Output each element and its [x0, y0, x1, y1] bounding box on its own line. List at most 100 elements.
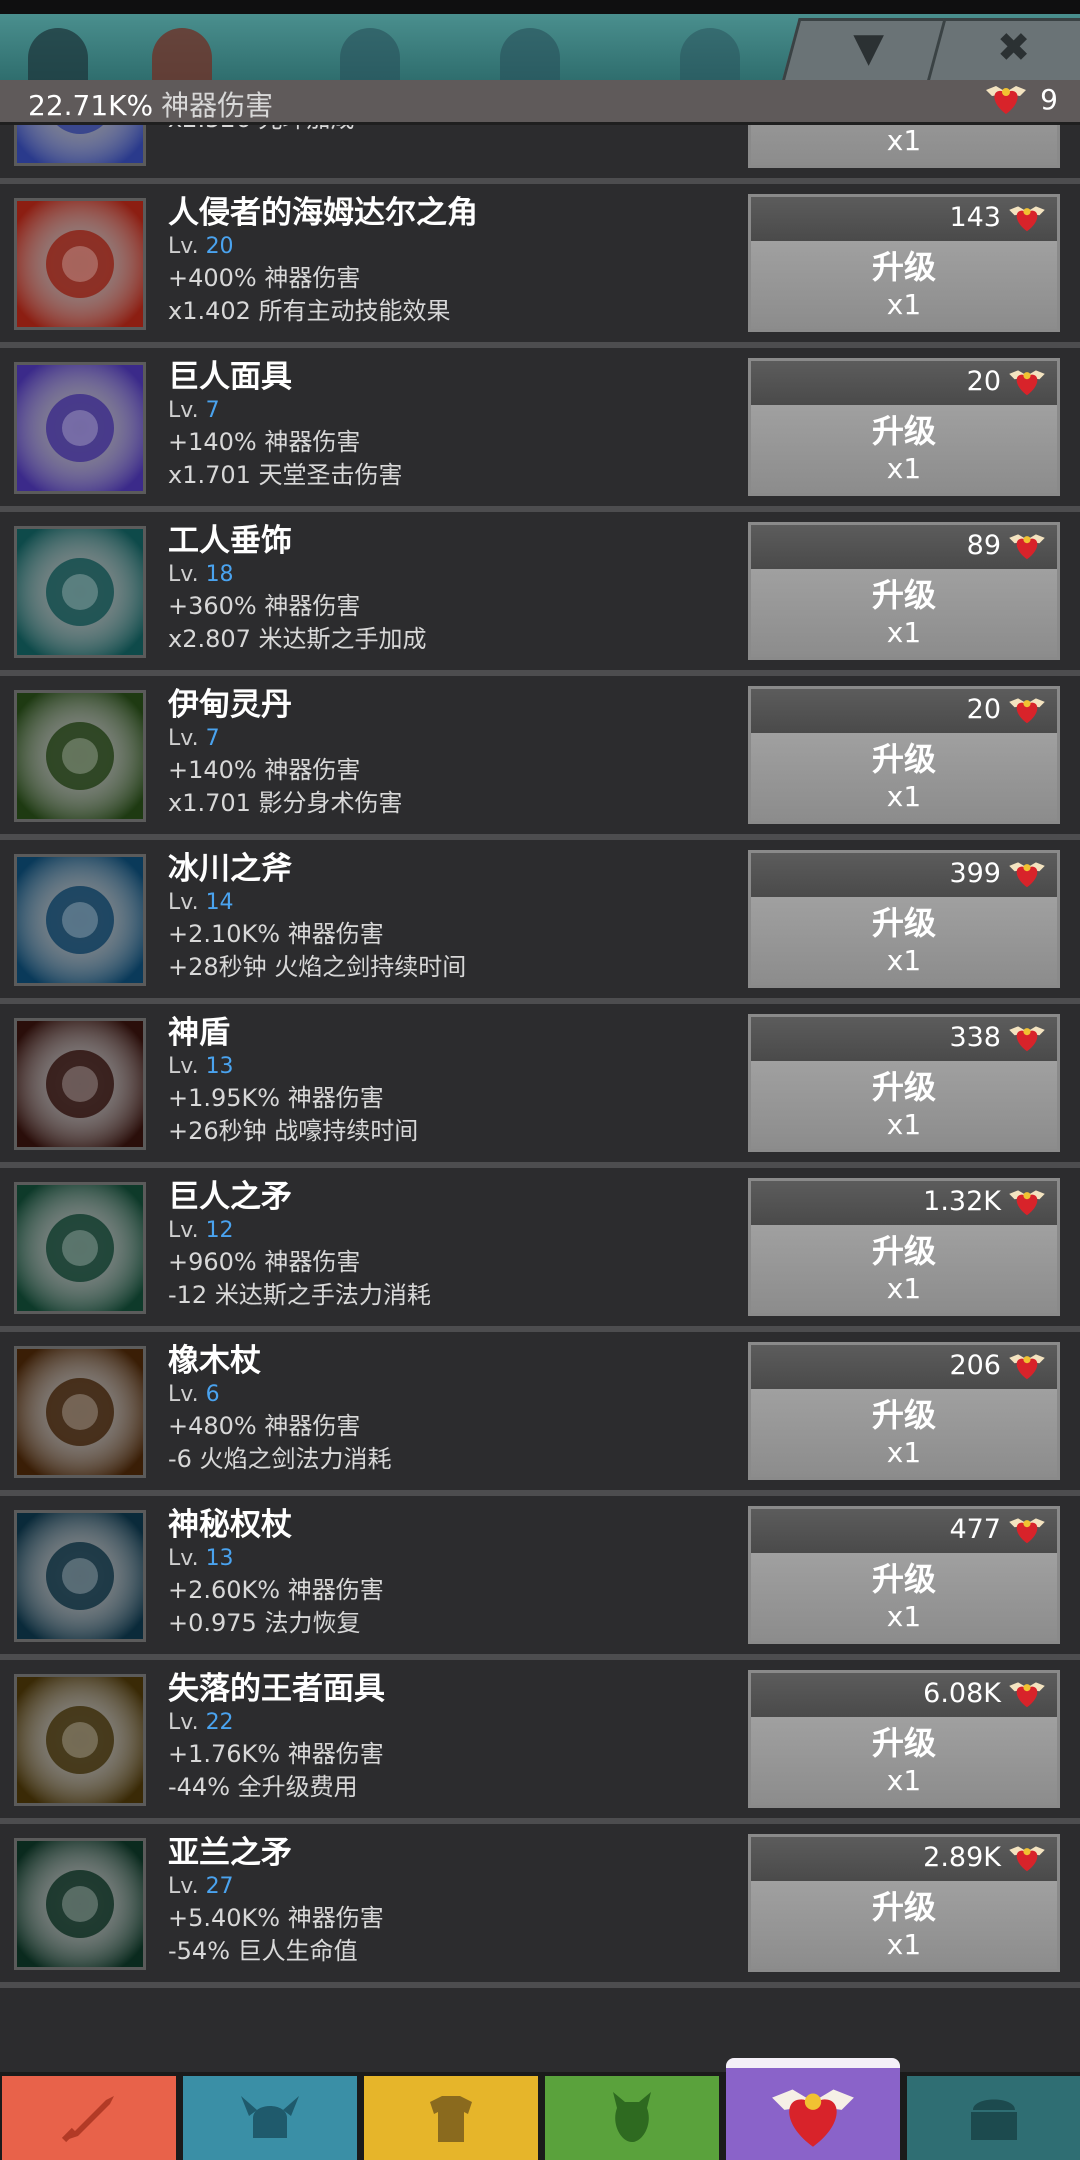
map-icon[interactable] — [340, 28, 400, 80]
artifact-row: 伊甸灵丹 Lv. 7 +140% 神器伤害 x1.701 影分身术伤害 20 升级 x1 — [0, 676, 1080, 840]
level-value: 27 — [205, 1874, 234, 1899]
upgrade-cost: 338 — [751, 1017, 1057, 1061]
artifact-name: 橡木杖 — [168, 1343, 261, 1379]
upgrade-multiplier: x1 — [886, 616, 922, 649]
artifact-thumbnail[interactable] — [14, 198, 146, 330]
upgrade-box: 2.89K 升级 x1 — [748, 1834, 1060, 1972]
artifact-thumbnail[interactable] — [14, 1510, 146, 1642]
cost-value: 20 — [966, 366, 1001, 397]
relic-heart-icon — [1007, 693, 1047, 729]
artifact-thumbnail[interactable] — [14, 690, 146, 822]
cost-value: 399 — [949, 858, 1001, 889]
upgrade-cost: 20 — [751, 361, 1057, 405]
artifact-name: 失落的王者面具 — [168, 1671, 385, 1707]
tab-armor[interactable] — [364, 2076, 538, 2160]
level-value: 22 — [205, 1710, 234, 1735]
artifact-info: 神秘权杖 Lv. 13 +2.60K% 神器伤害 +0.975 法力恢复 — [168, 1506, 728, 1640]
artifact-damage-bonus: +1.95K% 神器伤害 — [168, 1084, 384, 1112]
relic-heart-icon — [1007, 1185, 1047, 1221]
level-prefix: Lv. — [168, 1218, 199, 1243]
level-value: 13 — [205, 1054, 234, 1079]
upgrade-multiplier: x1 — [886, 1928, 922, 1961]
upgrade-label: 升级 — [871, 904, 936, 942]
artifact-thumbnail[interactable] — [14, 526, 146, 658]
artifact-info: 失落的王者面具 Lv. 22 +1.76K% 神器伤害 -44% 全升级费用 — [168, 1670, 728, 1804]
upgrade-label: 升级 — [871, 1888, 936, 1926]
upgrade-box: 338 升级 x1 — [748, 1014, 1060, 1152]
level-prefix: Lv. — [168, 1710, 199, 1735]
cost-value: 1.32K — [923, 1186, 1001, 1217]
upgrade-button[interactable]: 升级x1 — [751, 1061, 1057, 1149]
upgrade-box: 477 升级 x1 — [748, 1506, 1060, 1644]
artifact-level: Lv. 7 — [168, 396, 728, 426]
artifact-level: Lv. 20 — [168, 232, 728, 262]
upgrade-label: 升级 — [871, 1068, 936, 1106]
artifact-level: Lv. 13 — [168, 1544, 728, 1574]
upgrade-button[interactable]: 升级x1 — [751, 733, 1057, 821]
upgrade-box: 399 升级 x1 — [748, 850, 1060, 988]
cost-value: 338 — [949, 1022, 1001, 1053]
artifact-level: Lv. 18 — [168, 560, 728, 590]
tab-viking-helmet[interactable] — [183, 2076, 357, 2160]
artifact-thumbnail[interactable] — [14, 362, 146, 494]
upgrade-button[interactable]: 升级x1 — [751, 241, 1057, 329]
relic-summary-bar: 22.71K% 神器伤害 9 — [0, 80, 1080, 125]
crossed-swords-icon[interactable] — [152, 28, 212, 80]
artifact-effect: x1.701 影分身术伤害 — [168, 789, 403, 817]
artifact-thumbnail[interactable] — [14, 1674, 146, 1806]
upgrade-button[interactable]: 升级x1 — [751, 1553, 1057, 1641]
tab-sword[interactable] — [2, 2076, 176, 2160]
artifact-thumbnail[interactable] — [14, 125, 146, 166]
artifact-level: Lv. 27 — [168, 1872, 728, 1902]
upgrade-button[interactable]: 升级x1 — [751, 405, 1057, 493]
upgrade-button[interactable]: 升级x1 — [751, 125, 1057, 165]
total-damage-value: 22.71K% — [28, 89, 154, 122]
upgrade-button[interactable]: 升级x1 — [751, 1225, 1057, 1313]
upgrade-button[interactable]: 升级x1 — [751, 897, 1057, 985]
artifact-name: 亚兰之矛 — [168, 1835, 292, 1871]
level-value: 7 — [205, 398, 220, 423]
upgrade-button[interactable]: 升级x1 — [751, 1881, 1057, 1969]
artifact-thumbnail[interactable] — [14, 1182, 146, 1314]
level-prefix: Lv. — [168, 398, 199, 423]
upgrade-box: 206 升级 x1 — [748, 1342, 1060, 1480]
artifact-damage-bonus: +960% 神器伤害 — [168, 1248, 361, 1276]
upgrade-label: 升级 — [871, 1396, 936, 1434]
upgrade-cost: 399 — [751, 853, 1057, 897]
artifact-list[interactable]: Lv. +950% 神器伤害x2.526 光环加成升级x1人侵者的海姆达尔之角L… — [0, 125, 1080, 2072]
cost-value: 6.08K — [923, 1678, 1001, 1709]
relic-heart-icon — [1007, 1349, 1047, 1385]
artifact-info: 巨人面具 Lv. 7 +140% 神器伤害 x1.701 天堂圣击伤害 — [168, 358, 728, 492]
upgrade-button[interactable]: 升级x1 — [751, 1717, 1057, 1805]
artifact-thumbnail[interactable] — [14, 1018, 146, 1150]
upgrade-button[interactable]: 升级x1 — [751, 569, 1057, 657]
artifact-name: 巨人面具 — [168, 359, 292, 395]
upgrade-box: 89 升级 x1 — [748, 522, 1060, 660]
artifact-thumbnail[interactable] — [14, 854, 146, 986]
artifact-effect: +26秒钟 战嚎持续时间 — [168, 1117, 419, 1145]
tab-heart-relic[interactable] — [726, 2058, 900, 2160]
close-button[interactable]: ✖ — [926, 18, 1080, 80]
upgrade-box: 20 升级 x1 — [748, 686, 1060, 824]
artifact-effect: -12 米达斯之手法力消耗 — [168, 1281, 431, 1309]
artifact-thumbnail[interactable] — [14, 1346, 146, 1478]
level-value: 20 — [205, 234, 234, 259]
tab-pet[interactable] — [545, 2076, 719, 2160]
artifact-name: 伊甸灵丹 — [168, 687, 292, 723]
upgrade-button[interactable]: 升级x1 — [751, 1389, 1057, 1477]
stage-icon[interactable] — [500, 28, 560, 80]
upgrade-box: 20 升级 x1 — [748, 358, 1060, 496]
tab-chest[interactable] — [907, 2076, 1080, 2160]
level-value: 6 — [205, 1382, 220, 1407]
artifact-damage-bonus: +360% 神器伤害 — [168, 592, 361, 620]
cost-value: 206 — [949, 1350, 1001, 1381]
artifact-thumbnail[interactable] — [14, 1838, 146, 1970]
upgrade-cost: 1.32K — [751, 1181, 1057, 1225]
clan-icon[interactable] — [680, 28, 740, 80]
upgrade-multiplier: x1 — [886, 452, 922, 485]
upgrade-label: 升级 — [871, 1232, 936, 1270]
x-icon: ✖ — [996, 25, 1031, 71]
settings-icon[interactable] — [28, 28, 88, 80]
upgrade-multiplier: x1 — [886, 1764, 922, 1797]
upgrade-multiplier: x1 — [886, 1600, 922, 1633]
